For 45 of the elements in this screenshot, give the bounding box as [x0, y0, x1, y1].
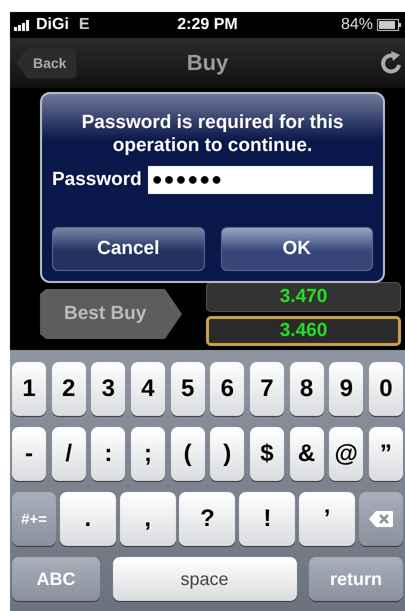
keyboard-key[interactable]: 0: [368, 362, 403, 416]
keyboard-key[interactable]: &: [290, 426, 324, 481]
back-button[interactable]: Back: [16, 47, 78, 79]
keyboard-key[interactable]: ?: [179, 492, 236, 546]
keyboard-key[interactable]: -: [12, 426, 46, 481]
keyboard-key[interactable]: 4: [130, 362, 165, 416]
keyboard-key[interactable]: 6: [210, 362, 244, 416]
price-box[interactable]: 3.470: [206, 282, 401, 312]
carrier-name: DiGi: [36, 16, 69, 34]
keyboard-key[interactable]: ’: [299, 492, 356, 546]
delete-key[interactable]: [358, 492, 403, 546]
refresh-icon[interactable]: [379, 50, 403, 76]
keyboard-key[interactable]: 3: [91, 362, 126, 416]
screen-title: Buy: [186, 50, 228, 75]
keyboard-key[interactable]: !: [239, 492, 296, 546]
password-field[interactable]: ●●●●●●: [148, 166, 373, 194]
keyboard-key[interactable]: ,: [120, 492, 176, 546]
keyboard-key[interactable]: 7: [250, 362, 284, 416]
keyboard-key[interactable]: :: [91, 426, 126, 481]
keyboard-key[interactable]: 1: [12, 362, 46, 416]
keyboard-key[interactable]: /: [52, 426, 86, 481]
keyboard-key[interactable]: (: [170, 426, 205, 481]
ok-button[interactable]: OK: [220, 227, 373, 271]
price-box[interactable]: 3.460: [206, 316, 401, 346]
cancel-button[interactable]: Cancel: [52, 227, 204, 271]
battery-percent: 84%: [340, 16, 373, 34]
keyboard-key[interactable]: 2: [52, 362, 86, 416]
keyboard-key[interactable]: 8: [290, 362, 324, 416]
status-time: 2:29 PM: [177, 16, 238, 33]
signal-icon: [14, 19, 32, 31]
keyboard-key[interactable]: ): [210, 426, 244, 481]
backspace-icon: [368, 510, 394, 528]
password-label: Password: [52, 168, 142, 191]
keyboard-key[interactable]: .: [60, 492, 116, 546]
keyboard-key[interactable]: ;: [130, 426, 165, 481]
best-buy-label: Best Buy: [40, 289, 182, 339]
battery-icon: [377, 19, 401, 31]
keyboard-key[interactable]: ”: [368, 426, 403, 481]
network-type: E: [78, 16, 90, 34]
space-key[interactable]: space: [112, 557, 296, 602]
keyboard-key[interactable]: 9: [329, 362, 364, 416]
keyboard-key[interactable]: $: [250, 426, 284, 481]
keyboard-key[interactable]: @: [329, 426, 364, 481]
dialog-message: Password is required for this operation to continue.: [80, 112, 344, 158]
keyboard-key[interactable]: 5: [170, 362, 205, 416]
